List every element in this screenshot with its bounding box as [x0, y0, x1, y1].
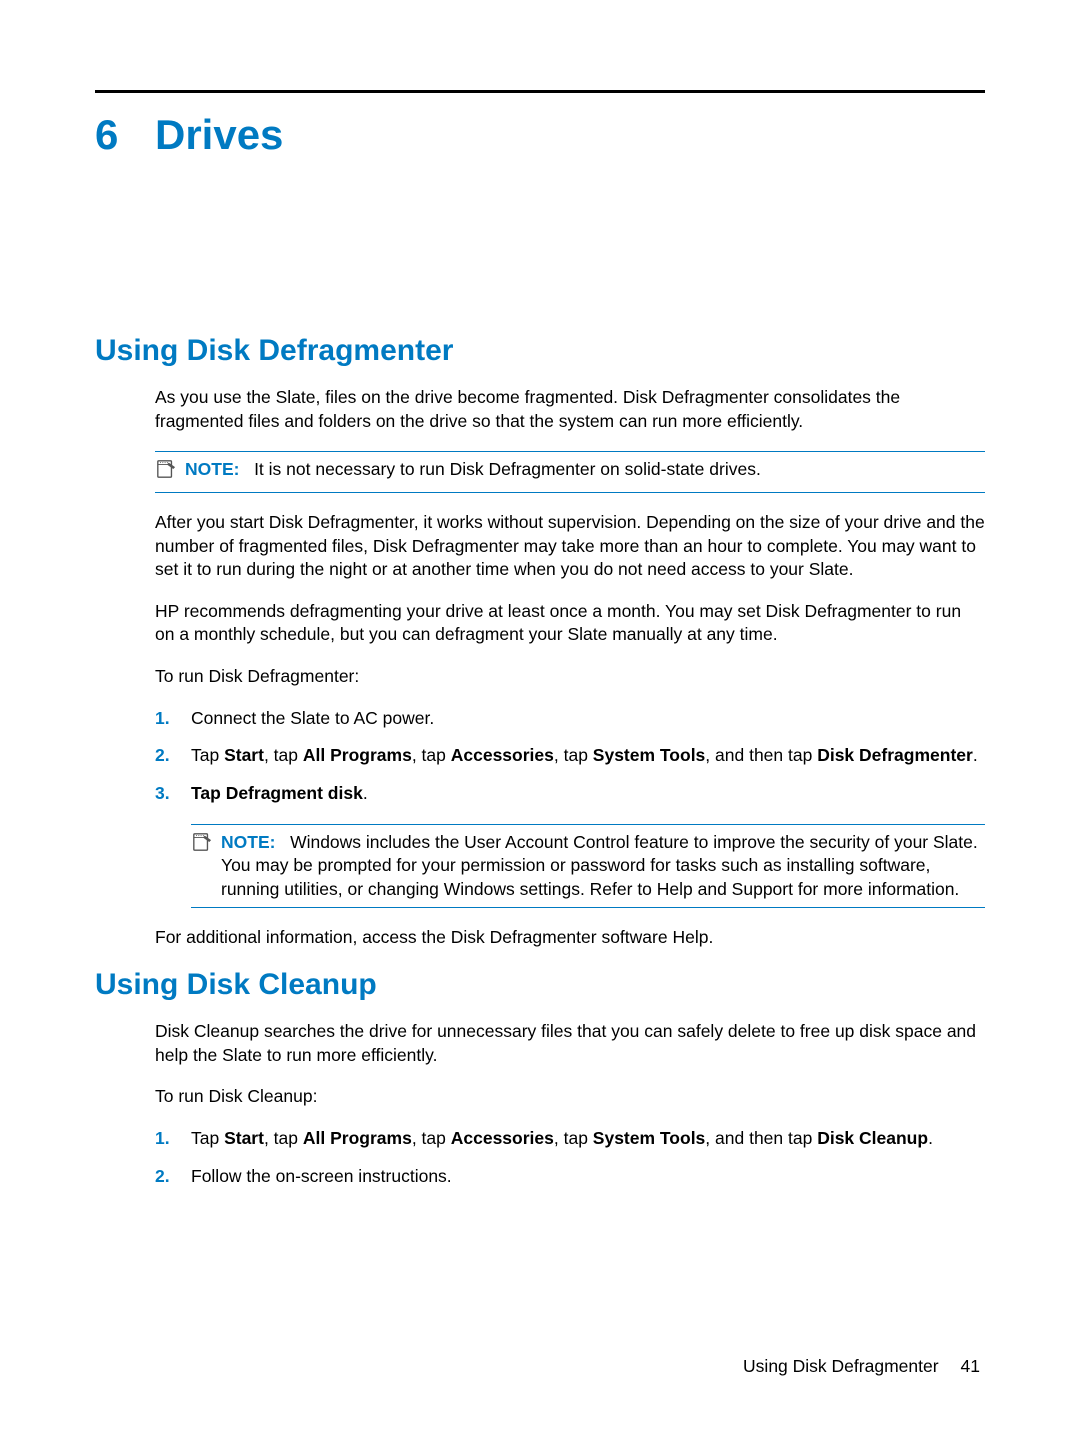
step-text: Follow the on-screen instructions.: [191, 1165, 985, 1189]
paragraph: After you start Disk Defragmenter, it wo…: [155, 511, 985, 582]
paragraph: Disk Cleanup searches the drive for unne…: [155, 1020, 985, 1067]
section-defragmenter-body: As you use the Slate, files on the drive…: [155, 386, 985, 950]
step-item: 1. Tap Start, tap All Programs, tap Acce…: [155, 1127, 985, 1151]
note-icon: [155, 458, 185, 486]
step-text: Tap Start, tap All Programs, tap Accesso…: [191, 1127, 985, 1151]
note-text: It is not necessary to run Disk Defragme…: [254, 459, 761, 479]
step-number: 1.: [155, 1127, 191, 1151]
paragraph: HP recommends defragmenting your drive a…: [155, 600, 985, 647]
paragraph: For additional information, access the D…: [155, 926, 985, 950]
chapter-number: 6: [95, 111, 155, 159]
paragraph: As you use the Slate, files on the drive…: [155, 386, 985, 433]
chapter-title: Drives: [155, 111, 283, 159]
note-label: NOTE:: [185, 459, 239, 479]
note-text: [244, 459, 254, 479]
section-cleanup-body: Disk Cleanup searches the drive for unne…: [155, 1020, 985, 1188]
steps-list: 1. Tap Start, tap All Programs, tap Acce…: [155, 1127, 985, 1188]
chapter-heading: 6 Drives: [95, 111, 985, 159]
top-rule: [95, 90, 985, 93]
step-item: 3. Tap Defragment disk.: [155, 782, 985, 806]
step-item: 2. Tap Start, tap All Programs, tap Acce…: [155, 744, 985, 768]
steps-list: 1. Connect the Slate to AC power. 2. Tap…: [155, 707, 985, 806]
paragraph: To run Disk Defragmenter:: [155, 665, 985, 689]
footer-page-number: 41: [961, 1356, 980, 1377]
section-cleanup-heading: Using Disk Cleanup: [95, 968, 985, 1002]
step-number: 1.: [155, 707, 191, 731]
paragraph: To run Disk Cleanup:: [155, 1085, 985, 1109]
step-text: Connect the Slate to AC power.: [191, 707, 985, 731]
step-text: Tap Defragment disk.: [191, 782, 985, 806]
step-number: 2.: [155, 744, 191, 768]
step-number: 2.: [155, 1165, 191, 1189]
step-item: 1. Connect the Slate to AC power.: [155, 707, 985, 731]
note-box: NOTE: Windows includes the User Account …: [191, 824, 985, 909]
note-box: NOTE: It is not necessary to run Disk De…: [155, 451, 985, 493]
note-icon: [191, 831, 221, 859]
step-text: Tap Start, tap All Programs, tap Accesso…: [191, 744, 985, 768]
note-text: Windows includes the User Account Contro…: [221, 832, 978, 899]
page-footer: Using Disk Defragmenter 41: [0, 1356, 1080, 1377]
step-item: 2. Follow the on-screen instructions.: [155, 1165, 985, 1189]
footer-title: Using Disk Defragmenter: [743, 1356, 938, 1377]
step-number: 3.: [155, 782, 191, 806]
note-label: NOTE:: [221, 832, 275, 852]
section-defragmenter-heading: Using Disk Defragmenter: [95, 334, 985, 368]
